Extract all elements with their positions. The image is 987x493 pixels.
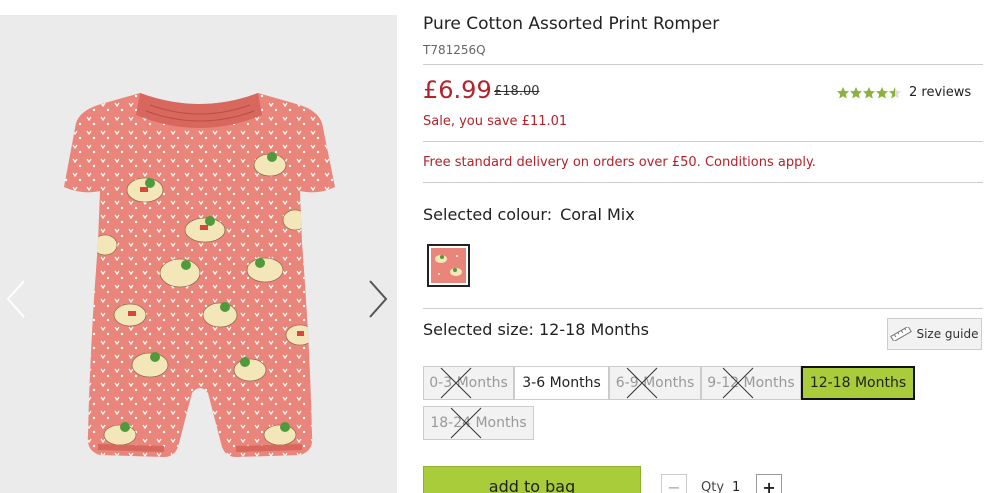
delivery-info: Free standard delivery on orders over £5… — [423, 155, 816, 170]
colour-swatch-image — [431, 248, 466, 283]
size-option-label: 0-3 Months — [429, 375, 508, 391]
ruler-icon — [890, 327, 913, 341]
star-icon — [850, 86, 862, 98]
size-option-label: 18-24 Months — [430, 415, 527, 431]
product-image — [64, 93, 335, 457]
divider — [423, 182, 983, 183]
selected-size-label: Selected size: 12-18 Months — [423, 320, 649, 339]
sale-savings-text: Sale, you save £11.01 — [423, 114, 568, 129]
quantity-stepper: − Qty 1 + — [661, 474, 783, 493]
chevron-left-icon — [6, 280, 25, 318]
divider — [423, 64, 983, 65]
product-title: Pure Cotton Assorted Print Romper — [423, 14, 720, 34]
rating-stars — [836, 86, 901, 100]
reviews-link[interactable]: 2 reviews — [909, 85, 971, 100]
size-option[interactable]: 6-9 Months — [609, 366, 701, 400]
original-price: £18.00 — [494, 84, 540, 99]
selected-colour-label: Selected colour: Coral Mix — [423, 205, 635, 224]
qty-label: Qty — [701, 479, 725, 493]
qty-value[interactable]: 1 — [732, 480, 746, 493]
product-code: T781256Q — [423, 43, 486, 57]
size-guide-button[interactable]: Size guide — [887, 318, 982, 350]
divider — [423, 308, 983, 309]
star-icon — [863, 86, 875, 98]
divider — [423, 141, 983, 142]
colour-swatch[interactable] — [427, 244, 470, 287]
size-option[interactable]: 0-3 Months — [423, 366, 514, 400]
size-option[interactable]: 12-18 Months — [801, 366, 915, 400]
size-label-text: Selected size: — [423, 320, 534, 339]
next-image-button[interactable] — [366, 277, 390, 321]
qty-increase-button[interactable]: + — [756, 474, 783, 493]
product-image-gallery — [0, 15, 397, 493]
add-to-bag-button[interactable]: add to bag — [423, 466, 641, 493]
size-option-label: 9-12 Months — [707, 375, 795, 391]
product-rating[interactable]: 2 reviews — [836, 85, 971, 100]
size-value: 12-18 Months — [538, 320, 650, 339]
size-guide-label: Size guide — [916, 327, 979, 341]
star-icon — [837, 86, 849, 98]
size-option[interactable]: 3-6 Months — [514, 366, 609, 400]
colour-label-text: Selected colour: — [423, 205, 553, 224]
size-option-label: 3-6 Months — [522, 375, 601, 391]
previous-image-button[interactable] — [4, 277, 28, 321]
current-price: £6.99 — [423, 76, 492, 104]
star-icon — [876, 86, 888, 98]
size-option[interactable]: 18-24 Months — [423, 406, 534, 440]
swatch-pattern — [431, 248, 466, 283]
chevron-right-icon — [369, 280, 388, 318]
size-option-label: 6-9 Months — [615, 375, 695, 391]
qty-decrease-button[interactable]: − — [661, 474, 687, 493]
romper-illustration — [64, 93, 335, 457]
colour-value: Coral Mix — [560, 205, 635, 224]
star-icon — [889, 86, 901, 98]
size-option-label: 12-18 Months — [809, 375, 907, 391]
size-option[interactable]: 9-12 Months — [701, 366, 801, 400]
